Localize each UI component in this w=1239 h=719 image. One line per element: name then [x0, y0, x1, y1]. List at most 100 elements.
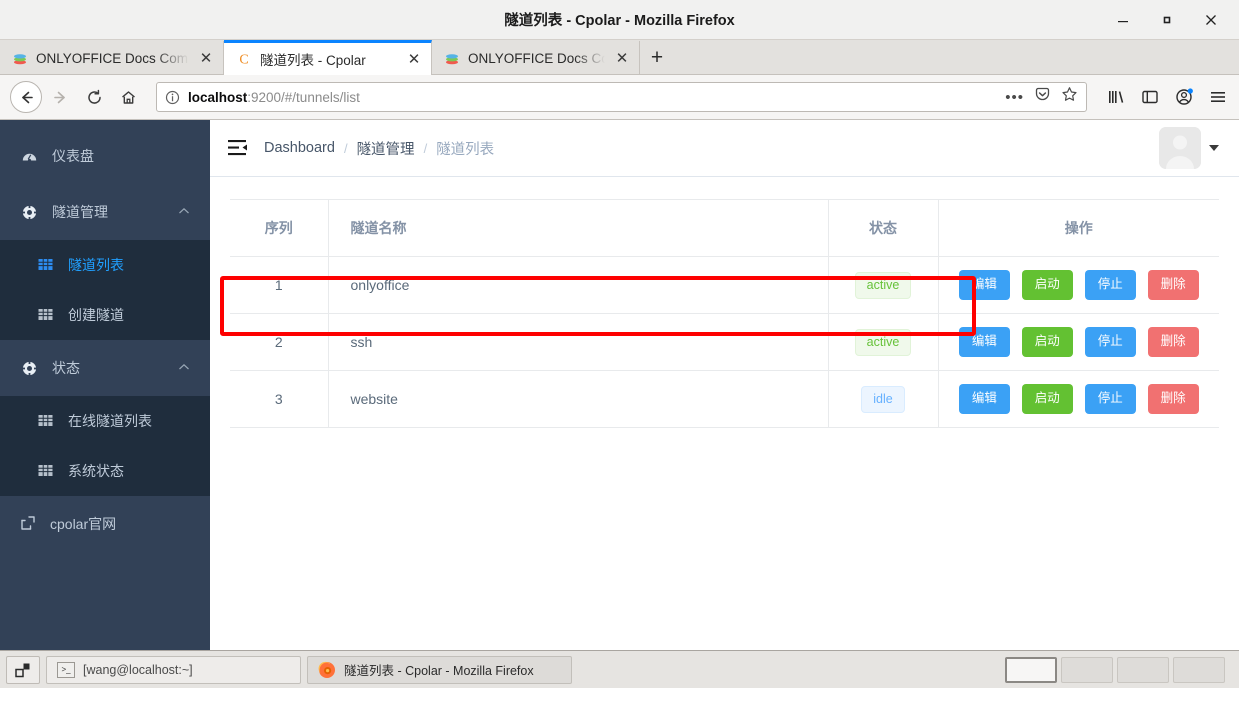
table-row[interactable]: 1 onlyoffice active 编辑 启动 停止 删除: [230, 257, 1219, 314]
cell-state: active: [828, 314, 938, 371]
table-body: 1 onlyoffice active 编辑 启动 停止 删除: [230, 257, 1219, 428]
cell-actions: 编辑 启动 停止 删除: [938, 257, 1219, 314]
app-sidebar: 仪表盘 隧道管理 隧道列表 创建隧道: [0, 120, 210, 650]
delete-button[interactable]: 删除: [1148, 270, 1199, 300]
stop-button[interactable]: 停止: [1085, 384, 1136, 414]
window-titlebar: 隧道列表 - Cpolar - Mozilla Firefox: [0, 0, 1239, 40]
sidebar-item-label: 系统状态: [68, 461, 124, 481]
browser-tabstrip: ONLYOFFICE Docs Comm ✕ C 隧道列表 - Cpolar ✕…: [0, 40, 1239, 75]
minimize-button[interactable]: [1101, 0, 1145, 40]
status-badge: active: [855, 329, 912, 356]
sidebar-item-label: cpolar官网: [50, 514, 116, 534]
tunnel-gear-icon: [20, 204, 38, 221]
sidebar-submenu-status: 在线隧道列表 系统状态: [0, 396, 210, 496]
cell-name: onlyoffice: [328, 257, 828, 314]
cell-seq: 3: [230, 371, 328, 428]
start-button[interactable]: 启动: [1022, 270, 1073, 300]
taskbar-item-terminal[interactable]: >_ [wang@localhost:~]: [46, 656, 301, 684]
tab-title: ONLYOFFICE Docs Comm: [468, 51, 605, 66]
tab-close-icon[interactable]: ✕: [613, 49, 631, 67]
browser-tab-cpolar[interactable]: C 隧道列表 - Cpolar ✕: [224, 40, 432, 75]
sidebar-icon[interactable]: [1139, 86, 1161, 108]
maximize-button[interactable]: [1145, 0, 1189, 40]
forward-button[interactable]: [44, 81, 76, 113]
firefox-icon: [318, 661, 336, 679]
taskbar-item-firefox[interactable]: 隧道列表 - Cpolar - Mozilla Firefox: [307, 656, 572, 684]
taskbar-item-label: 隧道列表 - Cpolar - Mozilla Firefox: [344, 660, 534, 679]
edit-button[interactable]: 编辑: [959, 384, 1010, 414]
tab-close-icon[interactable]: ✕: [197, 49, 215, 67]
cell-state: active: [828, 257, 938, 314]
sidebar-group-tunnel-management[interactable]: 隧道管理: [0, 184, 210, 240]
account-icon[interactable]: [1173, 86, 1195, 108]
breadcrumb-item-tunnel-management[interactable]: 隧道管理: [357, 138, 415, 159]
delete-button[interactable]: 删除: [1148, 384, 1199, 414]
new-tab-button[interactable]: +: [640, 41, 674, 75]
tab-close-icon[interactable]: ✕: [405, 50, 423, 68]
url-text[interactable]: localhost:9200/#/tunnels/list: [188, 90, 997, 105]
sidebar-item-create-tunnel[interactable]: 创建隧道: [0, 290, 210, 340]
edit-button[interactable]: 编辑: [959, 327, 1010, 357]
caret-down-icon[interactable]: [1209, 145, 1219, 151]
page-actions-icon[interactable]: •••: [1005, 89, 1024, 106]
browser-tab-onlyoffice-1[interactable]: ONLYOFFICE Docs Comm ✕: [0, 41, 224, 75]
stop-button[interactable]: 停止: [1085, 270, 1136, 300]
app-launcher-icon[interactable]: [6, 656, 40, 684]
delete-button[interactable]: 删除: [1148, 327, 1199, 357]
breadcrumb-item-tunnel-list: 隧道列表: [436, 138, 494, 159]
url-bar[interactable]: localhost:9200/#/tunnels/list •••: [156, 82, 1087, 112]
close-button[interactable]: [1189, 0, 1233, 40]
grid-table-icon: [38, 307, 54, 323]
table-row[interactable]: 2 ssh active 编辑 启动 停止 删除: [230, 314, 1219, 371]
sidebar-item-label: 仪表盘: [52, 146, 190, 166]
sidebar-item-online-tunnel-list[interactable]: 在线隧道列表: [0, 396, 210, 446]
chevron-up-icon: [178, 362, 190, 374]
start-button[interactable]: 启动: [1022, 327, 1073, 357]
window-controls: [1101, 0, 1233, 40]
chevron-up-icon: [178, 206, 190, 218]
workspace-switcher: [1005, 657, 1233, 683]
column-header-seq: 序列: [230, 200, 328, 257]
edit-button[interactable]: 编辑: [959, 270, 1010, 300]
sidebar-item-label: 在线隧道列表: [68, 411, 152, 431]
home-button[interactable]: [112, 81, 144, 113]
sidebar-item-tunnel-list[interactable]: 隧道列表: [0, 240, 210, 290]
dashboard-gauge-icon: [20, 148, 38, 165]
cell-name: website: [328, 371, 828, 428]
sidebar-item-cpolar-website[interactable]: cpolar官网: [0, 496, 210, 552]
user-menu[interactable]: [1159, 127, 1219, 169]
workspace-2[interactable]: [1061, 657, 1113, 683]
tunnels-table: 序列 隧道名称 状态 操作 1 onlyoffice active: [230, 199, 1219, 428]
grid-table-icon: [38, 413, 54, 429]
browser-tab-onlyoffice-2[interactable]: ONLYOFFICE Docs Comm ✕: [432, 41, 640, 75]
table-row[interactable]: 3 website idle 编辑 启动 停止 删除: [230, 371, 1219, 428]
reload-button[interactable]: [78, 81, 110, 113]
star-icon[interactable]: [1061, 86, 1078, 108]
sidebar-item-label: 状态: [52, 358, 164, 378]
table-head: 序列 隧道名称 状态 操作: [230, 200, 1219, 257]
info-circle-icon[interactable]: [165, 90, 180, 105]
sidebar-item-dashboard[interactable]: 仪表盘: [0, 128, 210, 184]
column-header-ops: 操作: [938, 200, 1219, 257]
collapse-menu-icon[interactable]: [228, 138, 248, 158]
breadcrumb-item-dashboard[interactable]: Dashboard: [264, 140, 335, 156]
grid-table-icon: [38, 257, 54, 273]
sidebar-item-label: 创建隧道: [68, 305, 124, 325]
stop-button[interactable]: 停止: [1085, 327, 1136, 357]
workspace-4[interactable]: [1173, 657, 1225, 683]
avatar[interactable]: [1159, 127, 1201, 169]
onlyoffice-icon: [12, 50, 28, 66]
sidebar-group-status[interactable]: 状态: [0, 340, 210, 396]
workspace-3[interactable]: [1117, 657, 1169, 683]
start-button[interactable]: 启动: [1022, 384, 1073, 414]
external-link-icon: [20, 515, 36, 534]
url-host: localhost: [188, 90, 247, 105]
onlyoffice-icon: [444, 50, 460, 66]
hamburger-menu-icon[interactable]: [1207, 86, 1229, 108]
pocket-icon[interactable]: [1034, 86, 1051, 108]
back-button[interactable]: [10, 81, 42, 113]
sidebar-item-system-status[interactable]: 系统状态: [0, 446, 210, 496]
library-icon[interactable]: [1105, 86, 1127, 108]
workspace-1[interactable]: [1005, 657, 1057, 683]
status-badge: active: [855, 272, 912, 299]
